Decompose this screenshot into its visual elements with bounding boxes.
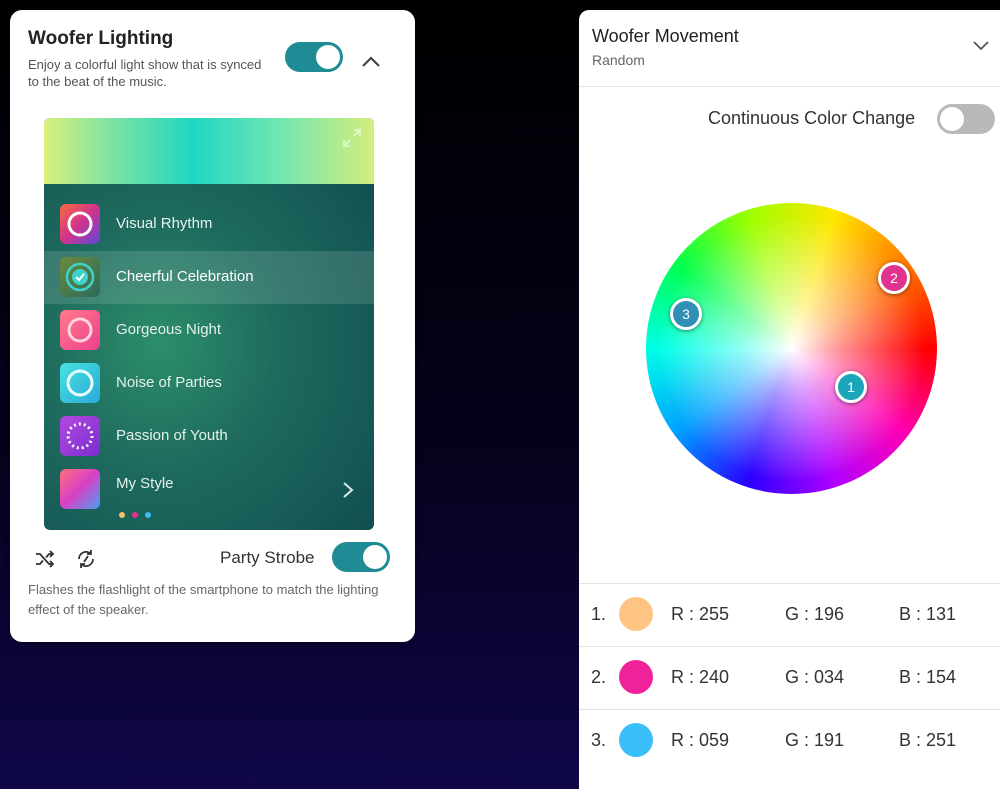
chevron-up-icon[interactable] — [360, 54, 382, 70]
divider — [579, 86, 1000, 87]
list-item-cheerful-celebration[interactable]: Cheerful Celebration — [44, 251, 374, 304]
woofer-movement-title: Woofer Movement — [592, 26, 739, 46]
color-index: 3. — [591, 730, 607, 750]
toggle-knob — [316, 45, 340, 69]
expand-icon[interactable] — [342, 128, 362, 148]
blue-value: B : 154 — [899, 667, 957, 687]
color-row-2[interactable]: 2. R : 240 G : 034 B : 154 — [579, 647, 1000, 709]
color-dot — [132, 512, 138, 518]
green-value: G : 196 — [785, 604, 845, 624]
chevron-down-icon[interactable] — [972, 40, 990, 52]
party-strobe-label: Party Strobe — [220, 548, 315, 567]
lighting-preview — [44, 118, 374, 184]
red-value: R : 255 — [671, 604, 730, 624]
blue-value: B : 131 — [899, 604, 957, 624]
woofer-lighting-title: Woofer Lighting — [28, 28, 174, 49]
list-item-label: My Style — [116, 475, 174, 492]
my-style-color-dots — [119, 505, 158, 523]
party-strobe-description: Flashes the flashlight of the smartphone… — [28, 582, 379, 617]
green-value: G : 191 — [785, 730, 845, 750]
color-swatch[interactable] — [619, 597, 653, 631]
list-item-label: Cheerful Celebration — [116, 268, 254, 285]
ring-pink-icon — [60, 310, 100, 350]
color-marker-2[interactable]: 2 — [878, 262, 910, 294]
woofer-lighting-card: Woofer Lighting Enjoy a colorful light s… — [10, 10, 415, 642]
color-wheel[interactable] — [646, 203, 937, 494]
woofer-movement-card: Woofer Movement Random Continuous Color … — [579, 10, 1000, 789]
shuffle-icon[interactable] — [34, 548, 56, 570]
color-index: 2. — [591, 667, 607, 687]
ring-gradient-icon — [60, 204, 100, 244]
list-item-my-style[interactable]: My Style — [44, 463, 374, 523]
list-item-visual-rhythm[interactable]: Visual Rhythm — [44, 198, 374, 251]
color-row-3[interactable]: 3. R : 059 G : 191 B : 251 — [579, 710, 1000, 772]
repeat-icon[interactable] — [74, 547, 98, 571]
list-item-label: Passion of Youth — [116, 427, 228, 444]
list-item-noise-of-parties[interactable]: Noise of Parties — [44, 357, 374, 410]
checkmark-icon — [60, 257, 100, 297]
toggle-knob — [363, 545, 387, 569]
red-value: R : 059 — [671, 730, 730, 750]
continuous-color-change-toggle[interactable] — [937, 104, 995, 134]
toggle-knob — [940, 107, 964, 131]
green-value: G : 034 — [785, 667, 845, 687]
blue-value: B : 251 — [899, 730, 957, 750]
gradient-square-icon — [60, 469, 100, 509]
list-item-label: Noise of Parties — [116, 374, 222, 391]
list-item-label: Visual Rhythm — [116, 215, 213, 232]
woofer-lighting-description: Enjoy a colorful light show that is sync… — [28, 57, 262, 89]
color-swatch[interactable] — [619, 723, 653, 757]
party-strobe-toggle[interactable] — [332, 542, 390, 572]
dotted-ring-icon — [60, 416, 100, 456]
color-dot — [145, 512, 151, 518]
color-index: 1. — [591, 604, 607, 624]
list-item-label: Gorgeous Night — [116, 321, 222, 338]
ring-cyan-icon — [60, 363, 100, 403]
color-swatch[interactable] — [619, 660, 653, 694]
list-item-gorgeous-night[interactable]: Gorgeous Night — [44, 304, 374, 357]
color-dot — [119, 512, 125, 518]
color-marker-3[interactable]: 3 — [670, 298, 702, 330]
list-item-passion-of-youth[interactable]: Passion of Youth — [44, 410, 374, 463]
woofer-movement-mode: Random — [592, 52, 645, 68]
chevron-right-icon[interactable] — [342, 481, 354, 499]
red-value: R : 240 — [671, 667, 730, 687]
woofer-lighting-toggle[interactable] — [285, 42, 343, 72]
lighting-effects-panel: Visual Rhythm Cheerful Celebration Gorge… — [44, 118, 374, 530]
color-marker-1[interactable]: 1 — [835, 371, 867, 403]
color-row-1[interactable]: 1. R : 255 G : 196 B : 131 — [579, 584, 1000, 646]
continuous-color-change-label: Continuous Color Change — [708, 108, 916, 128]
